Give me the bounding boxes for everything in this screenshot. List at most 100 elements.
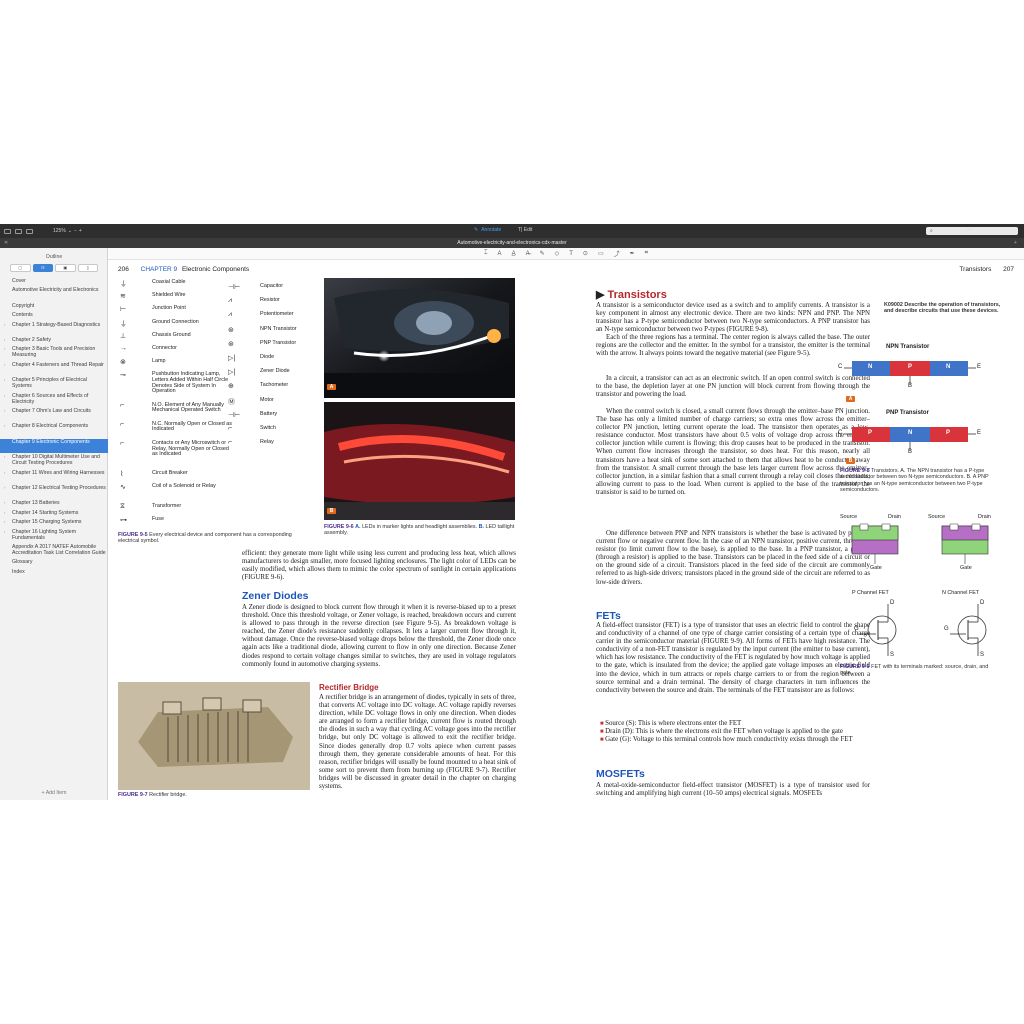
list-item: ■ Drain (D): This is where the electrons… (600, 728, 870, 736)
schematic-symbol-icon: ⧖ (120, 502, 125, 510)
outline-item[interactable]: › Chapter 14 Starting Systems (0, 510, 108, 518)
chevron-right-icon[interactable]: › (4, 377, 5, 383)
transistors-paragraph-5: One difference between PNP and NPN trans… (596, 530, 870, 586)
schematic-symbol-label: Zener Diode (260, 368, 290, 375)
rectifier-paragraph: A rectifier bridge is an arrangement of … (319, 694, 516, 791)
sidebar-toggle-icon[interactable] (4, 228, 11, 234)
signature-icon[interactable]: ⤴ (614, 249, 620, 258)
chevron-right-icon[interactable]: › (4, 454, 5, 460)
chevron-right-icon[interactable]: › (4, 362, 5, 368)
schematic-symbol-icon: ▷| (228, 369, 236, 377)
outline-item[interactable]: Index (0, 569, 108, 577)
annotate-tab[interactable]: ✎ Annotate (474, 227, 501, 233)
outline-item[interactable]: Glossary (0, 559, 108, 567)
zoom-in-button[interactable]: + (79, 228, 82, 234)
zoom-out-button[interactable]: − (74, 228, 77, 234)
search-input[interactable]: ⌕ (926, 227, 1018, 235)
stamp-icon[interactable]: ⊙ (583, 250, 588, 257)
outline-item-label: Chapter 13 Batteries (12, 500, 60, 507)
outline-item-label: Chapter 7 Ohm's Law and Circuits (12, 408, 91, 414)
thumbnails-tab[interactable]: ▢ (10, 264, 31, 272)
mosfets-heading: MOSFETs (596, 768, 645, 780)
annotate-label: Annotate (481, 227, 502, 233)
text-select-icon[interactable]: ⌶ (484, 250, 488, 257)
underline-icon[interactable]: A̲ (512, 251, 516, 257)
outline-item[interactable]: Contents (0, 312, 108, 320)
outline-item[interactable]: Cover (0, 278, 108, 286)
chevron-right-icon[interactable]: › (4, 529, 5, 535)
fets-heading: FETs (596, 610, 621, 622)
chevron-right-icon[interactable]: › (4, 423, 5, 429)
pencil-icon[interactable]: ✎ (540, 250, 545, 257)
schematic-symbol-icon: ⌐ (120, 440, 125, 447)
outline-item[interactable]: › Chapter 7 Ohm's Law and Circuits (0, 408, 108, 422)
schematic-symbol-icon: ⊗ (120, 359, 126, 367)
note-icon[interactable]: ▭ (598, 250, 604, 257)
strikethrough-icon[interactable]: A̶ (526, 251, 530, 257)
chevron-right-icon[interactable]: › (4, 500, 5, 506)
outline-item[interactable]: › Chapter 6 Sources and Effects of Electr… (0, 393, 108, 407)
outline-item[interactable]: › Chapter 4 Fasteners and Thread Repair (0, 362, 108, 376)
outline-item[interactable]: Copyright (0, 303, 108, 311)
chevron-right-icon[interactable]: › (4, 337, 5, 343)
outline-item[interactable]: Appendix A 2017 NATEF Automobile Accredi… (0, 544, 108, 558)
outline-item[interactable]: › Chapter 8 Electrical Components (0, 423, 108, 437)
outline-item[interactable]: › Chapter 13 Batteries (0, 500, 108, 508)
edit-tab[interactable]: T| Edit (518, 227, 532, 233)
outline-item[interactable]: › Chapter 16 Lighting System Fundamentals (0, 529, 108, 543)
outline-item[interactable]: › Chapter 3 Basic Tools and Precision Mea… (0, 346, 108, 360)
outline-item[interactable]: › Chapter 15 Charging Systems (0, 519, 108, 527)
outline-item[interactable]: › Chapter 10 Digital Multimeter Use and C… (0, 454, 108, 468)
chevron-right-icon[interactable]: › (4, 393, 5, 399)
edit-label: Edit (523, 227, 533, 233)
chevron-right-icon[interactable]: › (4, 439, 5, 445)
chevron-right-icon[interactable]: › (4, 470, 5, 476)
text-box-icon[interactable]: T (569, 251, 573, 257)
chevron-right-icon[interactable]: › (4, 346, 5, 352)
add-item-button[interactable]: + Add Item (0, 790, 108, 796)
photo-badge-b: B (327, 508, 336, 514)
source-label: Source (928, 514, 946, 520)
chevron-right-icon[interactable]: › (4, 322, 5, 328)
outline-item-label: Chapter 16 Lighting System Fundamentals (12, 528, 77, 541)
close-tab-icon[interactable]: ✕ (4, 238, 8, 248)
thumbnails-icon[interactable] (26, 228, 33, 234)
outline-tab[interactable]: ☷ (32, 264, 53, 272)
schematic-symbol-icon: ⩘ (228, 311, 232, 319)
outline-item[interactable]: › Chapter 11 Wires and Wiring Harnesses (0, 470, 108, 484)
chevron-right-icon[interactable]: › (4, 510, 5, 516)
outline-item[interactable]: Automotive Electricity and Electronics (0, 287, 108, 301)
fet-symbols: D G S D G S (840, 600, 1000, 660)
diagram-badge-a: A (846, 396, 855, 402)
caption-part-a-label: A. (355, 524, 361, 530)
list-item-text: Source (S): This is where electrons ente… (605, 720, 742, 727)
p-layer-label: P (946, 430, 951, 436)
outline-item-label: Chapter 9 Electronic Components (12, 438, 90, 445)
schematic-symbol-label: Connector (152, 345, 177, 351)
new-tab-icon[interactable]: + (1014, 238, 1017, 248)
color-icon[interactable]: ✒ (630, 250, 635, 257)
crop-icon[interactable]: ⌗ (645, 250, 648, 257)
chevron-right-icon[interactable]: › (4, 519, 5, 525)
schematic-symbol-label: Pushbutton Indicating Lamp, Letters Adde… (152, 371, 229, 395)
drain-label: Drain (978, 514, 991, 520)
transistors-paragraph-2: Each of the three regions has a terminal… (596, 334, 870, 358)
document-pages[interactable]: 206 CHAPTER 9 Electronic Components FIGU… (108, 260, 1024, 800)
outline-item[interactable]: › Chapter 12 Electrical Testing Procedure… (0, 485, 108, 499)
chevron-right-icon[interactable]: › (4, 485, 5, 491)
highlight-icon[interactable]: A (498, 251, 502, 257)
pnp-diagram: C E B P N P (838, 416, 981, 456)
chevron-right-icon[interactable]: › (4, 408, 5, 414)
outline-item[interactable]: › Chapter 9 Electronic Components (0, 438, 108, 453)
n-layer-label: N (908, 430, 913, 436)
outline-item[interactable]: › Chapter 2 Safety (0, 337, 108, 345)
outline-item[interactable]: › Chapter 1 Strategy-Based Diagnostics (0, 322, 108, 336)
bookmarks-tab[interactable]: ▣ (55, 264, 76, 272)
outline-item[interactable]: › Chapter 5 Principles of Electrical Syst… (0, 377, 108, 391)
shape-icon[interactable]: ◇ (555, 250, 560, 257)
view-toggle-icon[interactable] (15, 228, 22, 234)
more-icon[interactable]: ··· (967, 227, 972, 233)
zoom-control[interactable]: 125% ⌄ − + (53, 228, 82, 234)
schematic-symbol-icon: ⏚ (120, 320, 127, 328)
annotations-tab[interactable]: ▯ (77, 264, 98, 272)
